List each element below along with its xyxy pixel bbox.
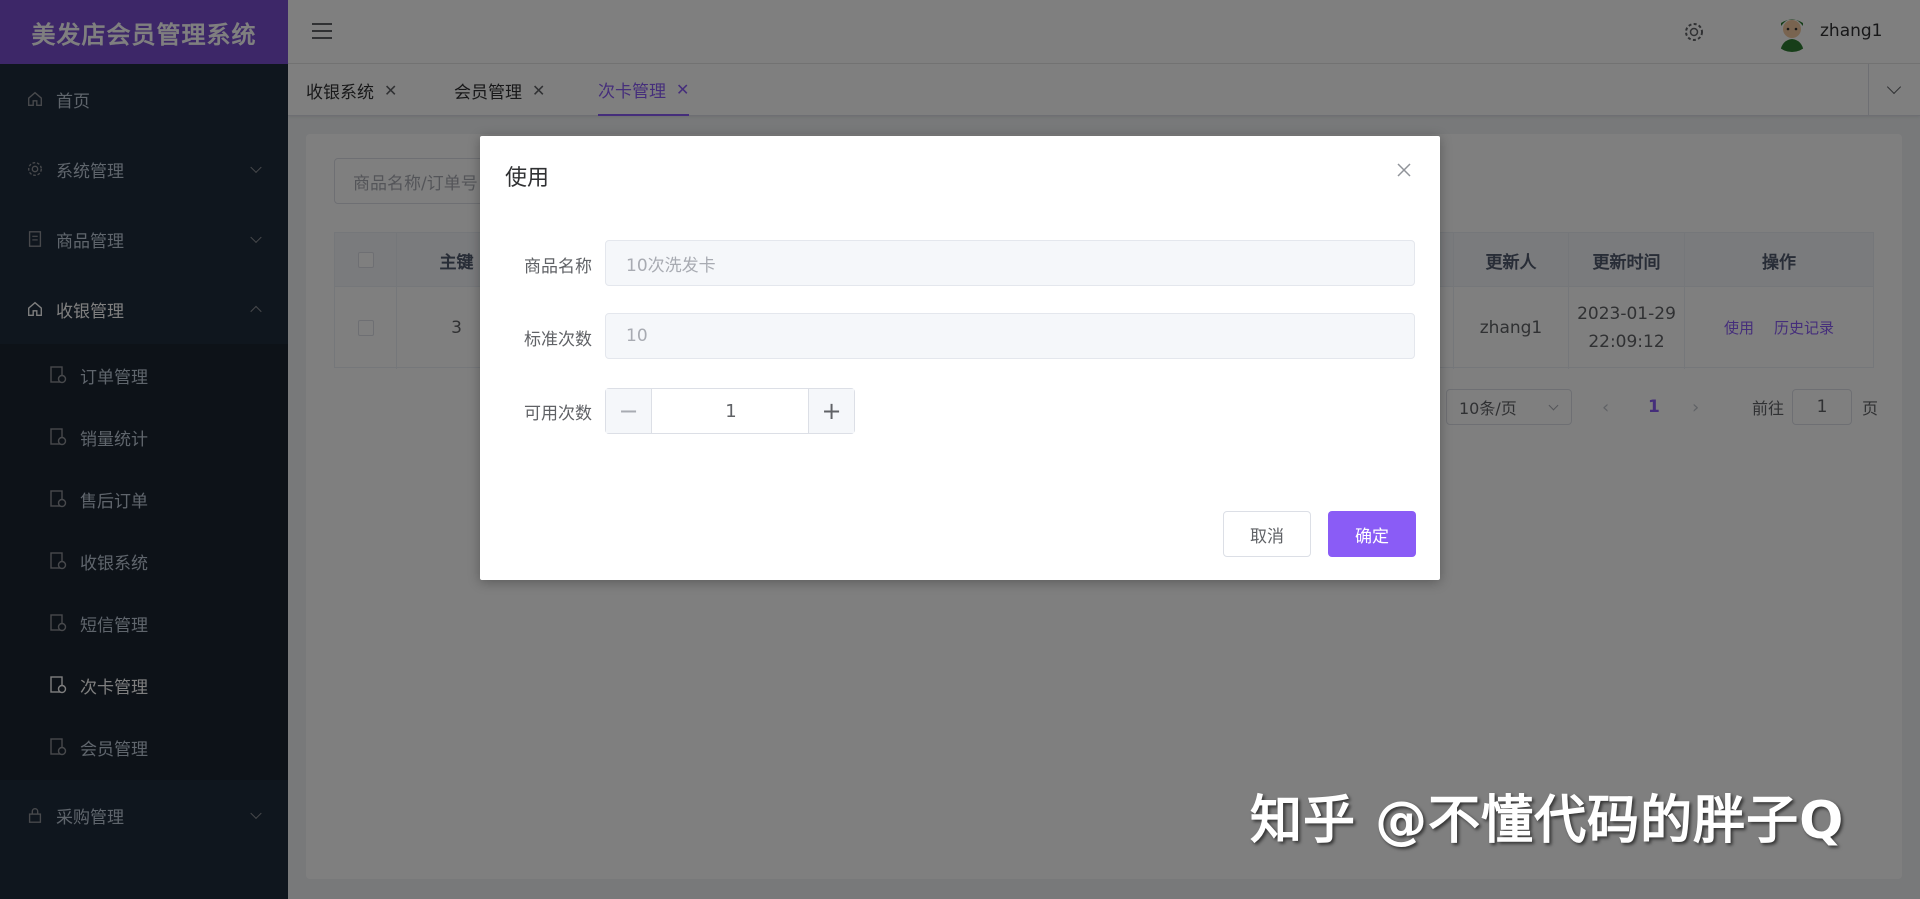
decrement-button[interactable]: − bbox=[606, 389, 652, 433]
increment-button[interactable]: + bbox=[808, 389, 854, 433]
use-dialog: 使用 商品名称 10次洗发卡 标准次数 10 可用次数 − 1 + 取消 确定 bbox=[480, 136, 1440, 580]
close-icon[interactable] bbox=[1394, 160, 1414, 180]
available-count-stepper: − 1 + bbox=[605, 388, 855, 434]
watermark: 知乎 @不懂代码的胖子Q bbox=[1250, 791, 1845, 851]
cancel-button[interactable]: 取消 bbox=[1223, 511, 1311, 557]
confirm-button[interactable]: 确定 bbox=[1328, 511, 1416, 557]
product-name-label: 商品名称 bbox=[524, 257, 592, 277]
product-name-field: 10次洗发卡 bbox=[605, 240, 1415, 286]
available-count-label: 可用次数 bbox=[524, 404, 592, 424]
dialog-title: 使用 bbox=[505, 166, 550, 191]
available-count-input[interactable]: 1 bbox=[652, 389, 810, 433]
standard-count-label: 标准次数 bbox=[524, 330, 592, 350]
standard-count-field: 10 bbox=[605, 313, 1415, 359]
